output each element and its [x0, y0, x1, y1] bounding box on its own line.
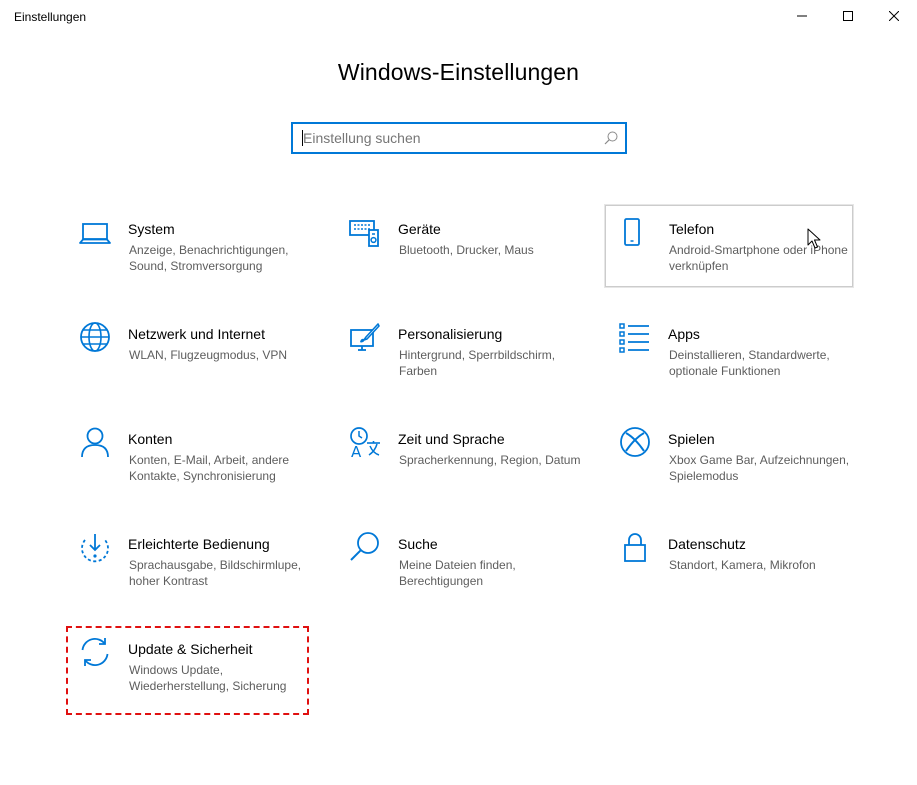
tile-system[interactable]: System Anzeige, Benachrichtigungen, Soun… [68, 205, 316, 287]
tile-description: Windows Update, Wiederherstellung, Siche… [129, 663, 287, 693]
tile-personalization[interactable]: Personalisierung Hintergrund, Sperrbilds… [338, 310, 586, 392]
app-title: Einstellungen [14, 10, 87, 24]
tile-description: Sprachausgabe, Bildschirmlupe, hoher Kon… [129, 558, 302, 588]
minimize-icon [797, 15, 807, 17]
text-caret [302, 130, 303, 146]
minimize-button[interactable] [779, 0, 825, 32]
ease-of-access-icon [78, 530, 112, 564]
svg-text:A: A [351, 443, 362, 459]
tile-accounts[interactable]: Konten Konten, E-Mail, Arbeit, andere Ko… [68, 415, 316, 497]
tile-devices[interactable]: Geräte Bluetooth, Drucker, Maus [338, 205, 586, 287]
tile-search[interactable]: Suche Meine Dateien finden, Berechtigung… [338, 520, 586, 602]
tile-description: Meine Dateien finden, Berechtigungen [399, 558, 516, 588]
globe-icon [78, 320, 112, 354]
tile-description: Spracherkennung, Region, Datum [399, 453, 581, 467]
title-bar: Einstellungen [0, 0, 917, 32]
tile-ease-of-access[interactable]: Erleichterte Bedienung Sprachausgabe, Bi… [68, 520, 316, 602]
tile-update-security[interactable]: Update & Sicherheit Windows Update, Wied… [68, 625, 316, 707]
phone-icon [615, 215, 649, 249]
tile-title: Suche [398, 536, 438, 552]
search-input[interactable] [303, 129, 593, 147]
sync-icon [78, 635, 112, 669]
search-magnifier-icon[interactable] [603, 130, 619, 146]
tile-title: Geräte [398, 221, 441, 237]
tile-title: Telefon [669, 221, 715, 237]
tile-title: Erleichterte Bedienung [128, 536, 270, 552]
lock-icon [618, 530, 652, 564]
tile-description: WLAN, Flugzeugmodus, VPN [129, 348, 288, 362]
tile-description: Android-Smartphone oder iPhone verknüpfe… [669, 243, 848, 273]
person-icon [78, 425, 112, 459]
page-title: Windows-Einstellungen [337, 59, 580, 85]
time-language-icon: A [348, 425, 382, 459]
tile-description: Standort, Kamera, Mikrofon [669, 558, 816, 572]
tile-description: Konten, E-Mail, Arbeit, andere Kontakte,… [129, 453, 290, 483]
tile-title: Spielen [668, 431, 715, 447]
tile-description: Anzeige, Benachrichtigungen, Sound, Stro… [129, 243, 289, 273]
tile-title: Update & Sicherheit [128, 641, 253, 657]
tile-title: Zeit und Sprache [398, 431, 505, 447]
tile-description: Hintergrund, Sperrbildschirm, Farben [399, 348, 556, 378]
maximize-icon [843, 11, 853, 21]
laptop-icon [78, 215, 112, 249]
tile-network[interactable]: Netzwerk und Internet WLAN, Flugzeugmodu… [68, 310, 316, 392]
tile-title: Apps [668, 326, 700, 342]
devices-icon [348, 215, 382, 249]
maximize-button[interactable] [825, 0, 871, 32]
search-box[interactable] [291, 122, 627, 154]
tile-title: Personalisierung [398, 326, 503, 342]
tile-time-language[interactable]: A Zeit und Sprache Spracherkennung, Regi… [338, 415, 586, 497]
close-icon [889, 11, 899, 21]
tile-title: Konten [128, 431, 173, 447]
tile-description: Deinstallieren, Standardwerte, optionale… [669, 348, 830, 378]
tile-title: Datenschutz [668, 536, 746, 552]
mouse-cursor-icon [807, 228, 821, 249]
personalization-icon [348, 320, 382, 354]
close-button[interactable] [871, 0, 917, 32]
tile-gaming[interactable]: Spielen Xbox Game Bar, Aufzeichnungen, S… [608, 415, 856, 497]
tile-apps[interactable]: Apps Deinstallieren, Standardwerte, opti… [608, 310, 856, 392]
tile-description: Bluetooth, Drucker, Maus [399, 243, 534, 257]
search-icon [348, 530, 382, 564]
tile-description: Xbox Game Bar, Aufzeichnungen, Spielemod… [669, 453, 850, 483]
tile-title: System [128, 221, 175, 237]
xbox-icon [618, 425, 652, 459]
tile-title: Netzwerk und Internet [128, 326, 265, 342]
tile-privacy[interactable]: Datenschutz Standort, Kamera, Mikrofon [608, 520, 856, 602]
apps-list-icon [618, 320, 652, 354]
